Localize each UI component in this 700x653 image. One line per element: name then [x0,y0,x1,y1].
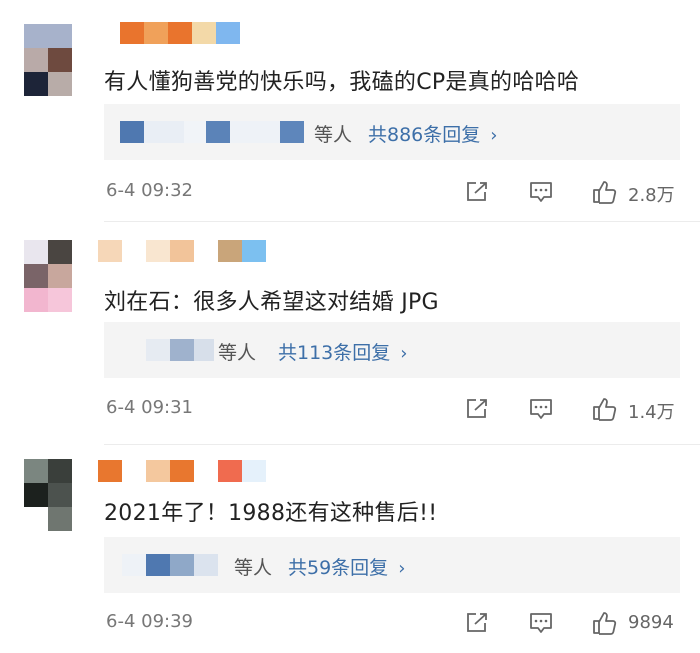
reply-others-label: 等人 [234,557,273,579]
comment-text: 刘在石：很多人希望这对结婚 JPG [104,290,439,315]
reply-others-label: 等人 [218,342,257,364]
reply-count-link[interactable]: 共886条回复 › [368,120,497,147]
comment-text: 2021年了！1988还有这种售后!! [104,501,438,526]
chevron-right-icon: › [490,125,498,146]
username-pixelated[interactable] [98,240,266,262]
comment-item: 有人懂狗善党的快乐吗，我磕的CP是真的哈哈哈 等人 共886条回复 › 6-4 0… [0,0,700,222]
share-icon[interactable] [464,397,490,421]
thumbs-up-icon[interactable] [592,397,618,421]
comment-text: 有人懂狗善党的快乐吗，我磕的CP是真的哈哈哈 [104,70,580,95]
avatar[interactable] [24,24,72,96]
thumbs-up-icon[interactable] [592,180,618,204]
reply-summary[interactable]: 等人 共886条回复 › [104,104,680,160]
comment-icon[interactable] [528,180,554,204]
reply-summary[interactable]: 等人 共113条回复 › [104,322,680,378]
share-icon[interactable] [464,611,490,635]
reply-users-pixelated [122,537,218,593]
reply-count-link[interactable]: 共113条回复 › [278,338,407,365]
like-count: 9894 [628,612,674,633]
share-icon[interactable] [464,180,490,204]
reply-summary[interactable]: 等人 共59条回复 › [104,537,680,593]
comment-icon[interactable] [528,397,554,421]
comment-item: 刘在石：很多人希望这对结婚 JPG 等人 共113条回复 › 6-4 09:31 … [0,222,700,445]
thumbs-up-icon[interactable] [592,611,618,635]
reply-users-pixelated [146,322,214,378]
like-count: 2.8万 [628,185,675,206]
reply-others-label: 等人 [314,124,353,146]
comment-meta: 6-4 09:39 9894 [104,611,684,637]
username-pixelated[interactable] [98,460,266,482]
comment-meta: 6-4 09:32 2.8万 [104,180,684,206]
chevron-right-icon: › [398,558,406,579]
comment-icon[interactable] [528,611,554,635]
chevron-right-icon: › [400,343,408,364]
reply-users-pixelated [120,104,304,160]
comment-item: 2021年了！1988还有这种售后!! 等人 共59条回复 › 6-4 09:39… [0,445,700,653]
timestamp: 6-4 09:39 [106,611,193,632]
username-pixelated[interactable] [120,22,240,44]
avatar[interactable] [24,459,72,531]
timestamp: 6-4 09:31 [106,397,193,418]
comment-meta: 6-4 09:31 1.4万 [104,397,684,423]
avatar[interactable] [24,240,72,312]
timestamp: 6-4 09:32 [106,180,193,201]
like-count: 1.4万 [628,402,675,423]
reply-count-link[interactable]: 共59条回复 › [288,553,405,580]
